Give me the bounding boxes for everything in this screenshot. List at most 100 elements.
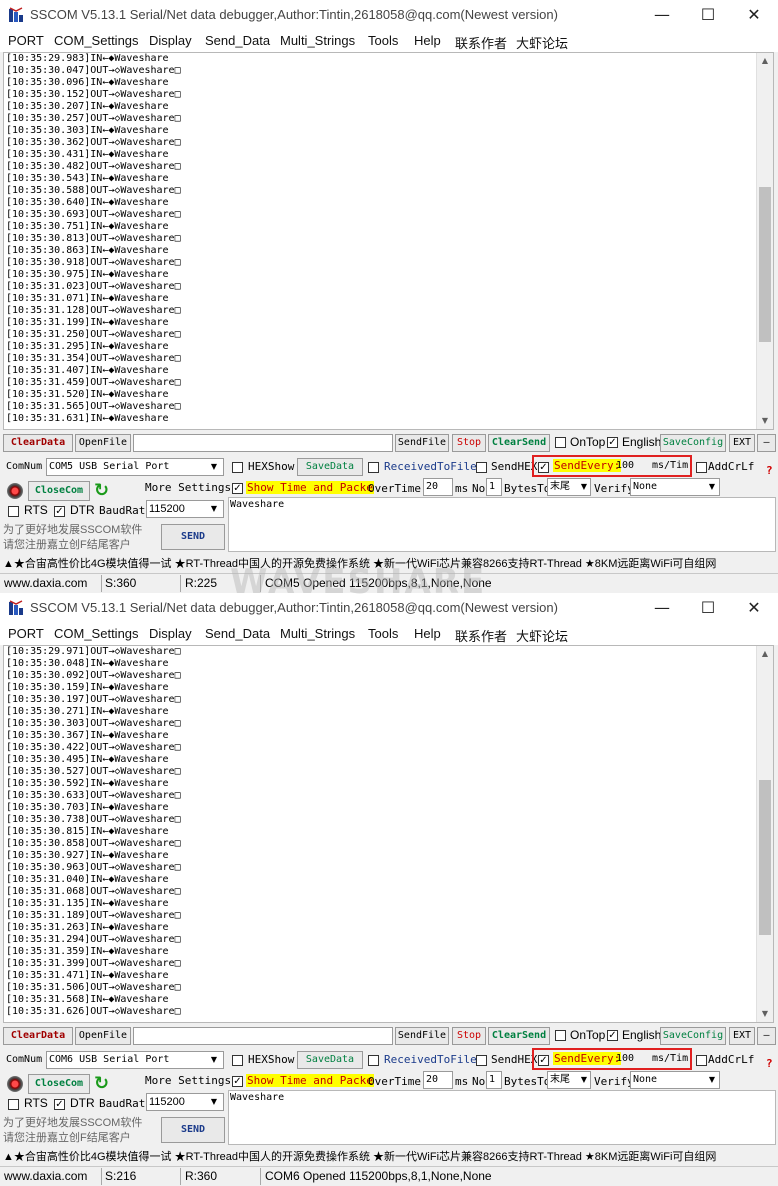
clear-send-button[interactable]: ClearSend (488, 434, 550, 452)
collapse-button[interactable]: — (757, 1027, 776, 1045)
show-time-checkbox[interactable]: ✓ (232, 1076, 243, 1087)
menu-item[interactable]: Display (149, 626, 192, 641)
send-text-area[interactable]: Waveshare (228, 497, 776, 552)
com-port-dropdown-icon[interactable]: ▼ (207, 1053, 221, 1067)
save-config-button[interactable]: SaveConfig (660, 434, 726, 452)
log-scrollbar[interactable]: ▲ ▼ (756, 53, 773, 429)
received-to-file-checkbox[interactable] (368, 462, 379, 473)
dtr-checkbox[interactable]: ✓ (54, 506, 65, 517)
scroll-up-arrow-icon[interactable]: ▲ (757, 646, 773, 662)
menu-item[interactable]: Multi_Strings (280, 33, 355, 48)
hex-show-checkbox[interactable] (232, 1055, 243, 1066)
menu-item[interactable]: 大虾论坛 (516, 33, 568, 52)
more-settings-link[interactable]: More Settings (145, 1074, 231, 1087)
verify-dropdown-icon[interactable]: ▼ (705, 480, 719, 494)
scroll-up-arrow-icon[interactable]: ▲ (757, 53, 773, 69)
menu-item[interactable]: Multi_Strings (280, 626, 355, 641)
menu-item[interactable]: 联系作者 (455, 33, 507, 52)
baud-dropdown-icon[interactable]: ▼ (207, 1095, 221, 1109)
verify-dropdown-icon[interactable]: ▼ (705, 1073, 719, 1087)
send-hex-checkbox[interactable] (476, 1055, 487, 1066)
maximize-button[interactable]: ☐ (696, 597, 720, 619)
menu-item[interactable]: Send_Data (205, 626, 270, 641)
menu-item[interactable]: PORT (8, 626, 44, 641)
ext-button[interactable]: EXT (729, 1027, 755, 1045)
menu-item[interactable]: COM_Settings (54, 626, 139, 641)
send-file-button[interactable]: SendFile (395, 434, 449, 452)
menu-item[interactable]: Help (414, 33, 441, 48)
refresh-icon[interactable]: ↻ (94, 480, 109, 501)
overtime-input[interactable]: 20 (423, 478, 453, 496)
minimize-button[interactable]: — (650, 597, 674, 619)
status-site[interactable]: www.daxia.com (4, 576, 87, 590)
file-path-input[interactable] (133, 1027, 393, 1045)
close-button[interactable]: ✕ (742, 4, 766, 26)
send-hex-checkbox[interactable] (476, 462, 487, 473)
maximize-button[interactable]: ☐ (696, 4, 720, 26)
close-button[interactable]: ✕ (742, 597, 766, 619)
bytes-to-dropdown-icon[interactable]: ▼ (577, 480, 591, 494)
bytes-to-dropdown-icon[interactable]: ▼ (577, 1073, 591, 1087)
send-button[interactable]: SEND (161, 1117, 225, 1143)
file-path-input[interactable] (133, 434, 393, 452)
menu-item[interactable]: COM_Settings (54, 33, 139, 48)
ontop-checkbox[interactable] (555, 437, 566, 448)
clear-data-button[interactable]: ClearData (3, 1027, 73, 1045)
save-data-button[interactable]: SaveData (297, 1051, 363, 1069)
ext-button[interactable]: EXT (729, 434, 755, 452)
minimize-button[interactable]: — (650, 4, 674, 26)
more-settings-link[interactable]: More Settings (145, 481, 231, 494)
send-text-area[interactable]: Waveshare (228, 1090, 776, 1145)
scroll-down-arrow-icon[interactable]: ▼ (757, 413, 773, 429)
open-file-button[interactable]: OpenFile (75, 434, 131, 452)
menu-item[interactable]: PORT (8, 33, 44, 48)
scroll-down-arrow-icon[interactable]: ▼ (757, 1006, 773, 1022)
menu-item[interactable]: Display (149, 33, 192, 48)
rts-checkbox[interactable] (8, 506, 19, 517)
close-com-button[interactable]: CloseCom (28, 1074, 90, 1094)
send-file-button[interactable]: SendFile (395, 1027, 449, 1045)
save-config-button[interactable]: SaveConfig (660, 1027, 726, 1045)
show-time-checkbox[interactable]: ✓ (232, 483, 243, 494)
rts-checkbox[interactable] (8, 1099, 19, 1110)
receive-log-area[interactable]: [10:35:29.983]IN←◆Waveshare [10:35:30.047… (3, 52, 774, 430)
stop-button[interactable]: Stop (452, 1027, 486, 1045)
log-scrollbar[interactable]: ▲ ▼ (756, 646, 773, 1022)
ad-bar[interactable]: ▲★合宙高性价比4G模块值得一试 ★RT-Thread中国人的开源免费操作系统 … (0, 1146, 778, 1164)
help-question-icon[interactable]: ? (766, 1057, 773, 1070)
stop-button[interactable]: Stop (452, 434, 486, 452)
no-input[interactable]: 1 (486, 478, 502, 496)
add-crlf-checkbox[interactable] (696, 1055, 707, 1066)
received-to-file-checkbox[interactable] (368, 1055, 379, 1066)
overtime-input[interactable]: 20 (423, 1071, 453, 1089)
help-question-icon[interactable]: ? (766, 464, 773, 477)
no-input[interactable]: 1 (486, 1071, 502, 1089)
clear-data-button[interactable]: ClearData (3, 434, 73, 452)
ontop-checkbox[interactable] (555, 1030, 566, 1041)
menu-item[interactable]: Tools (368, 626, 398, 641)
send-button[interactable]: SEND (161, 524, 225, 550)
collapse-button[interactable]: — (757, 434, 776, 452)
dtr-checkbox[interactable]: ✓ (54, 1099, 65, 1110)
save-data-button[interactable]: SaveData (297, 458, 363, 476)
receive-log-area[interactable]: [10:35:29.971]OUT→◇Waveshare□ [10:35:30.0… (3, 645, 774, 1023)
menu-item[interactable]: Tools (368, 33, 398, 48)
baud-dropdown-icon[interactable]: ▼ (207, 502, 221, 516)
menu-item[interactable]: Help (414, 626, 441, 641)
english-checkbox[interactable]: ✓ (607, 1030, 618, 1041)
com-port-select[interactable]: COM6 USB Serial Port (46, 1051, 224, 1069)
menu-item[interactable]: 大虾论坛 (516, 626, 568, 645)
menu-item[interactable]: 联系作者 (455, 626, 507, 645)
close-com-button[interactable]: CloseCom (28, 481, 90, 501)
com-port-select[interactable]: COM5 USB Serial Port (46, 458, 224, 476)
add-crlf-checkbox[interactable] (696, 462, 707, 473)
status-site[interactable]: www.daxia.com (4, 1169, 87, 1183)
clear-send-button[interactable]: ClearSend (488, 1027, 550, 1045)
open-file-button[interactable]: OpenFile (75, 1027, 131, 1045)
scroll-thumb[interactable] (759, 780, 771, 936)
hex-show-checkbox[interactable] (232, 462, 243, 473)
menu-item[interactable]: Send_Data (205, 33, 270, 48)
com-port-dropdown-icon[interactable]: ▼ (207, 460, 221, 474)
english-checkbox[interactable]: ✓ (607, 437, 618, 448)
scroll-thumb[interactable] (759, 187, 771, 343)
